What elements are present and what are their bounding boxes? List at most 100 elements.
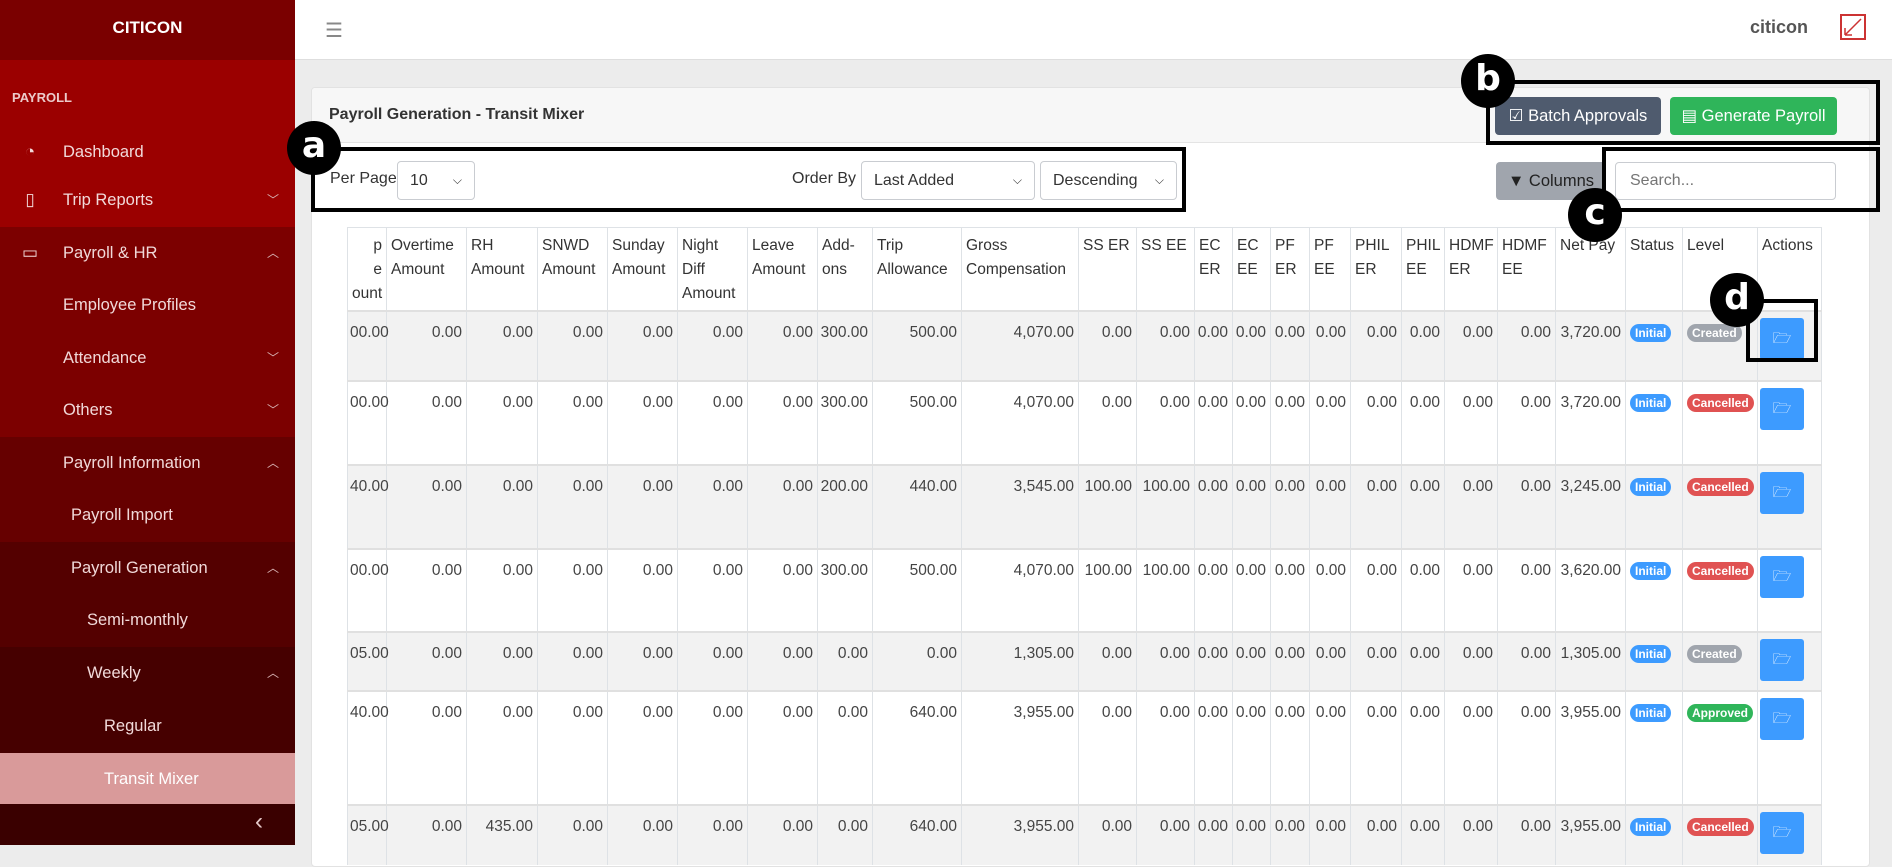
user-name[interactable]: citicon — [1750, 17, 1808, 38]
column-header[interactable]: Sunday Amount — [607, 227, 678, 311]
table-cell: 0.00 — [1136, 689, 1195, 805]
sidebar-item-payroll-import[interactable]: Payroll Import — [0, 489, 295, 541]
column-header[interactable]: HDMF ER — [1444, 227, 1498, 311]
table-cell: 0.00 — [386, 630, 467, 691]
table-cell: 05.00 — [347, 803, 389, 865]
table-cell: 640.00 — [872, 689, 962, 805]
annotation-label-a: a — [287, 121, 341, 175]
column-header[interactable]: Status — [1625, 227, 1683, 311]
open-folder-button[interactable]: 🗁 — [1760, 555, 1804, 598]
open-folder-button[interactable]: 🗁 — [1760, 471, 1804, 514]
column-header[interactable]: Leave Amount — [747, 227, 818, 311]
sidebar-item-payroll-information[interactable]: Payroll Information ︿ — [0, 437, 295, 489]
column-header[interactable]: Trip Allowance — [872, 227, 962, 311]
table-cell: 0.00 — [607, 463, 678, 549]
table-cell: 0.00 — [1194, 803, 1233, 865]
table-cell: 0.00 — [677, 379, 748, 465]
level-cell: Approved — [1682, 689, 1758, 805]
table-cell: 640.00 — [872, 803, 962, 865]
column-header[interactable]: EC ER — [1194, 227, 1233, 311]
table-cell: 40.00 — [347, 689, 389, 805]
sidebar-item-regular[interactable]: Regular — [0, 700, 295, 752]
status-badge: Initial — [1630, 703, 1672, 722]
column-header[interactable]: EC EE — [1232, 227, 1271, 311]
table-cell: 0.00 — [1136, 379, 1195, 465]
sidebar-item-trip-reports[interactable]: ▯ Trip Reports ﹀ — [0, 174, 295, 226]
table-cell: 0.00 — [607, 309, 678, 381]
table-cell: 3,245.00 — [1555, 463, 1626, 549]
brand-logo[interactable]: CITICON — [0, 0, 295, 60]
column-header[interactable]: SS EE — [1136, 227, 1195, 311]
user-avatar-icon[interactable] — [1840, 14, 1866, 40]
open-folder-button[interactable]: 🗁 — [1760, 811, 1804, 854]
sidebar-item-weekly[interactable]: Weekly ︿ — [0, 647, 295, 699]
column-header[interactable]: Night Diff Amount — [677, 227, 748, 311]
column-header[interactable]: Overtime Amount — [386, 227, 467, 311]
table-cell: 3,955.00 — [961, 803, 1079, 865]
table-cell: 0.00 — [1444, 803, 1498, 865]
table-row: 00.00 0.00 0.00 0.00 0.00 0.00 0.00 300.00 500.0… — [347, 309, 1822, 381]
sidebar-item-attendance[interactable]: Attendance ﹀ — [0, 332, 295, 384]
table-cell: 300.00 — [817, 379, 873, 465]
sidebar-item-label: Payroll Import — [71, 506, 173, 524]
table-cell: 100.00 — [1078, 463, 1137, 549]
table-cell: 100.00 — [1136, 463, 1195, 549]
sidebar-item-transit-mixer[interactable]: Transit Mixer — [0, 753, 295, 805]
table-cell: 0.00 — [386, 309, 467, 381]
column-header[interactable]: p e ount — [347, 227, 387, 311]
table-cell: 0.00 — [747, 309, 818, 381]
table-cell: 0.00 — [1309, 803, 1351, 865]
annotation-label-d: d — [1710, 273, 1764, 327]
table-cell: 0.00 — [677, 630, 748, 691]
table-cell: 440.00 — [872, 463, 962, 549]
column-header[interactable]: Gross Compensation — [961, 227, 1079, 311]
column-header[interactable]: RH Amount — [466, 227, 538, 311]
table-cell: 0.00 — [607, 630, 678, 691]
column-header[interactable]: HDMF EE — [1497, 227, 1556, 311]
level-badge: Approved — [1687, 703, 1754, 722]
column-header[interactable]: PHIL EE — [1401, 227, 1445, 311]
status-cell: Initial — [1625, 379, 1683, 465]
status-cell: Initial — [1625, 630, 1683, 691]
table-cell: 300.00 — [817, 547, 873, 632]
status-badge: Initial — [1630, 323, 1672, 342]
table-cell: 500.00 — [872, 379, 962, 465]
table-cell: 0.00 — [537, 630, 608, 691]
table-cell: 500.00 — [872, 309, 962, 381]
status-cell: Initial — [1625, 309, 1683, 381]
table-cell: 0.00 — [537, 547, 608, 632]
sidebar-item-payroll-hr[interactable]: ▭ Payroll & HR ︿ — [0, 227, 295, 279]
sidebar-item-label: Payroll & HR — [63, 244, 158, 262]
column-header[interactable]: SS ER — [1078, 227, 1137, 311]
level-cell: Cancelled — [1682, 547, 1758, 632]
payroll-table-container[interactable]: p e ount Overtime Amount RH Amount SNWD Amo… — [347, 227, 1822, 866]
chevron-up-icon: ︿ — [266, 666, 279, 680]
folder-open-icon: 🗁 — [1772, 567, 1792, 585]
open-folder-button[interactable]: 🗁 — [1760, 638, 1804, 681]
table-cell: 00.00 — [347, 379, 389, 465]
column-header[interactable]: PF ER — [1270, 227, 1310, 311]
column-header[interactable]: PHIL ER — [1350, 227, 1402, 311]
table-cell: 0.00 — [1401, 547, 1445, 632]
table-cell: 0.00 — [1444, 463, 1498, 549]
sidebar-item-label: Trip Reports — [63, 191, 154, 209]
open-folder-button[interactable]: 🗁 — [1760, 697, 1804, 740]
actions-cell: 🗁 — [1757, 630, 1822, 691]
table-cell: 0.00 — [386, 547, 467, 632]
table-cell: 0.00 — [1309, 463, 1351, 549]
wallet-icon: ▭ — [21, 243, 39, 262]
sidebar-item-payroll-generation[interactable]: Payroll Generation ︿ — [0, 542, 295, 594]
annotation-box-a — [311, 147, 1186, 212]
column-header[interactable]: Add- ons — [817, 227, 873, 311]
top-header: ☰ citicon — [295, 0, 1892, 60]
collapse-sidebar-icon[interactable]: ‹ — [255, 808, 263, 836]
sidebar-item-others[interactable]: Others ﹀ — [0, 384, 295, 436]
column-header[interactable]: PF EE — [1309, 227, 1351, 311]
sidebar-item-employee-profiles[interactable]: Employee Profiles — [0, 279, 295, 331]
table-cell: 0.00 — [1497, 379, 1556, 465]
sidebar-item-dashboard[interactable]: ◔ Dashboard — [0, 126, 295, 178]
hamburger-menu-icon[interactable]: ☰ — [325, 18, 343, 43]
sidebar-item-semi-monthly[interactable]: Semi-monthly — [0, 594, 295, 646]
open-folder-button[interactable]: 🗁 — [1760, 387, 1804, 430]
column-header[interactable]: SNWD Amount — [537, 227, 608, 311]
